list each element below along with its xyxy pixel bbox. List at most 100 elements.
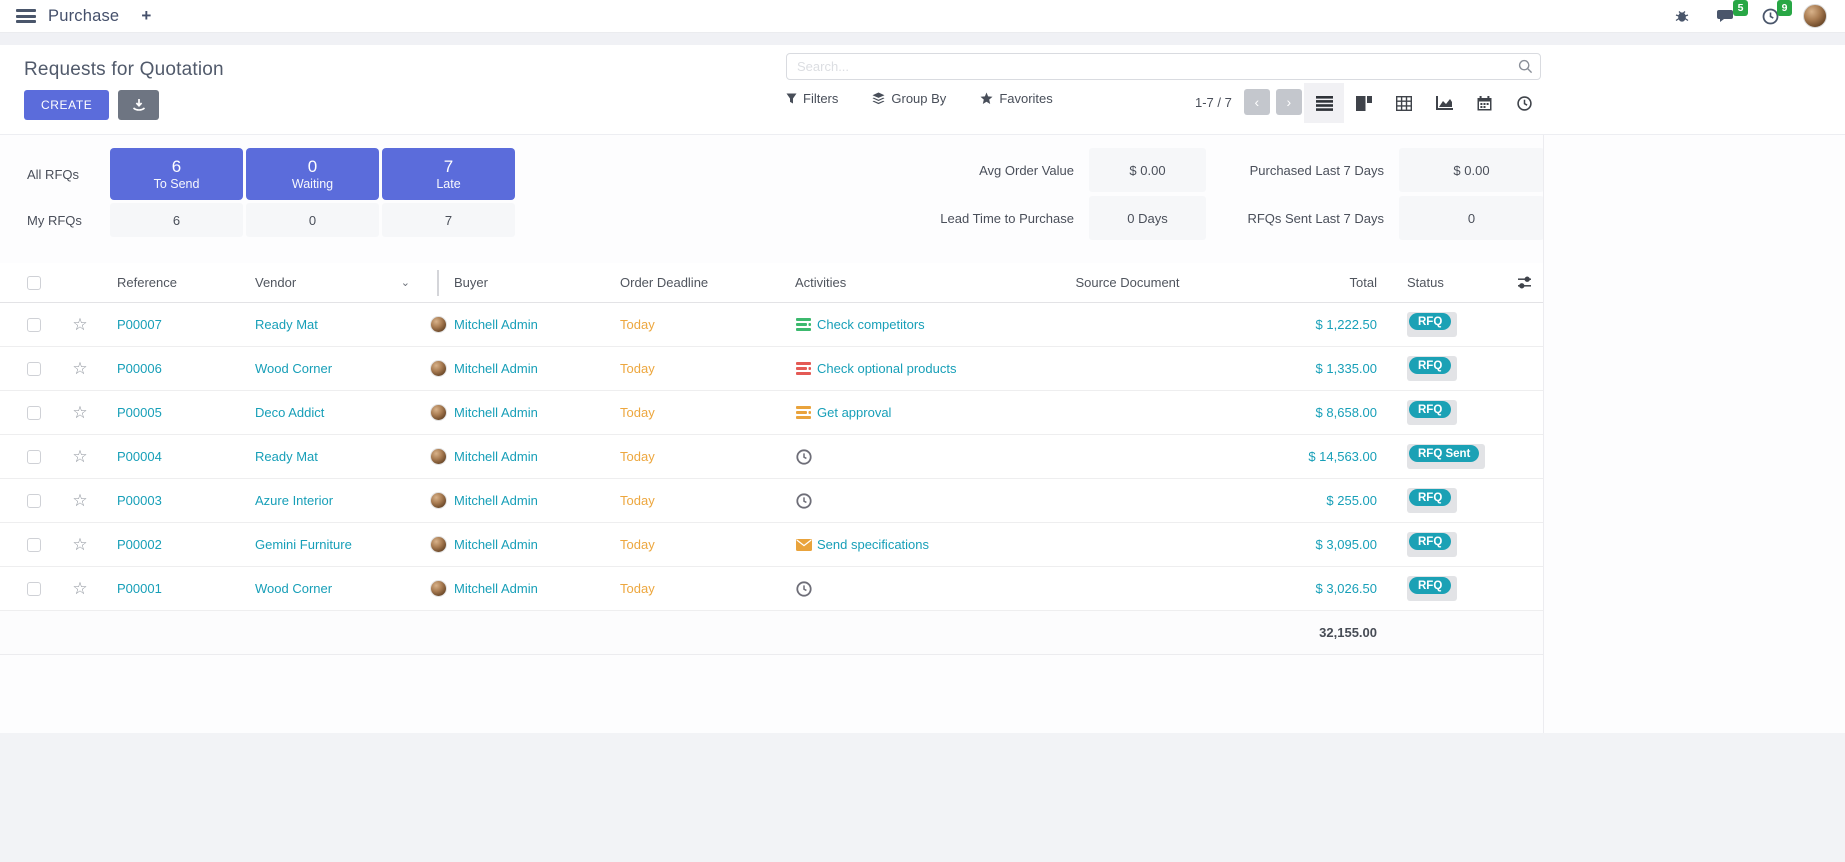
buyer-cell[interactable]: Mitchell Admin: [420, 492, 610, 509]
row-checkbox[interactable]: [27, 318, 41, 332]
reference-link[interactable]: P00006: [100, 361, 240, 376]
header-activities[interactable]: Activities: [785, 275, 1015, 290]
search-input[interactable]: [786, 53, 1541, 80]
activity-label[interactable]: Check competitors: [817, 317, 925, 332]
export-button[interactable]: [118, 90, 159, 120]
column-resize-handle[interactable]: [437, 270, 439, 296]
activity-label[interactable]: Check optional products: [817, 361, 956, 376]
table-row[interactable]: ☆ P00002 Gemini Furniture Mitchell Admin…: [0, 523, 1543, 567]
buyer-link[interactable]: Mitchell Admin: [454, 317, 538, 332]
favorite-star-icon[interactable]: ☆: [60, 403, 100, 423]
row-checkbox[interactable]: [27, 538, 41, 552]
vendor-link[interactable]: Azure Interior: [255, 493, 333, 508]
header-vendor[interactable]: Vendor ⌄: [240, 275, 420, 290]
activity-view-button[interactable]: [1504, 83, 1544, 123]
app-title[interactable]: Purchase: [48, 7, 119, 26]
favorite-star-icon[interactable]: ☆: [60, 535, 100, 555]
buyer-link[interactable]: Mitchell Admin: [454, 405, 538, 420]
buyer-cell[interactable]: Mitchell Admin: [420, 536, 610, 553]
table-row[interactable]: ☆ P00003 Azure Interior Mitchell Admin T…: [0, 479, 1543, 523]
debug-bug-icon[interactable]: [1671, 5, 1693, 27]
apps-menu-icon[interactable]: [16, 9, 36, 23]
reference-link[interactable]: P00005: [100, 405, 240, 420]
activity-cell[interactable]: [785, 580, 1015, 597]
my-late-cell[interactable]: 7: [382, 203, 515, 237]
activities-clock-icon[interactable]: 9: [1759, 5, 1781, 27]
reference-link[interactable]: P00003: [100, 493, 240, 508]
table-row[interactable]: ☆ P00004 Ready Mat Mitchell Admin Today …: [0, 435, 1543, 479]
reference-link[interactable]: P00004: [100, 449, 240, 464]
my-waiting-cell[interactable]: 0: [246, 203, 379, 237]
buyer-link[interactable]: Mitchell Admin: [454, 493, 538, 508]
filters-button[interactable]: Filters: [786, 91, 838, 106]
buyer-cell[interactable]: Mitchell Admin: [420, 580, 610, 597]
activity-cell[interactable]: Check optional products: [785, 360, 1015, 377]
activity-label[interactable]: Get approval: [817, 405, 891, 420]
buyer-cell[interactable]: Mitchell Admin: [420, 404, 610, 421]
reference-link[interactable]: P00002: [100, 537, 240, 552]
buyer-link[interactable]: Mitchell Admin: [454, 361, 538, 376]
pivot-view-button[interactable]: [1384, 83, 1424, 123]
header-total[interactable]: Total: [1240, 275, 1387, 290]
late-card[interactable]: 7 Late: [382, 148, 515, 200]
waiting-card[interactable]: 0 Waiting: [246, 148, 379, 200]
activity-cell[interactable]: [785, 448, 1015, 465]
header-source-document[interactable]: Source Document: [1015, 275, 1240, 290]
pager-previous-button[interactable]: ‹: [1244, 89, 1270, 115]
header-order-deadline[interactable]: Order Deadline: [610, 275, 785, 290]
activity-cell[interactable]: Get approval: [785, 404, 1015, 421]
kanban-view-button[interactable]: [1344, 83, 1384, 123]
vendor-link[interactable]: Deco Addict: [255, 405, 324, 420]
reference-link[interactable]: P00007: [100, 317, 240, 332]
header-status[interactable]: Status: [1387, 275, 1505, 290]
vendor-link[interactable]: Wood Corner: [255, 361, 332, 376]
table-row[interactable]: ☆ P00001 Wood Corner Mitchell Admin Toda…: [0, 567, 1543, 611]
calendar-view-button[interactable]: [1464, 83, 1504, 123]
vendor-link[interactable]: Wood Corner: [255, 581, 332, 596]
row-checkbox[interactable]: [27, 406, 41, 420]
select-all-checkbox[interactable]: [27, 276, 41, 290]
reference-link[interactable]: P00001: [100, 581, 240, 596]
favorites-button[interactable]: Favorites: [980, 91, 1052, 106]
optional-columns-icon[interactable]: [1505, 276, 1543, 289]
row-checkbox[interactable]: [27, 450, 41, 464]
search-icon[interactable]: [1518, 59, 1533, 74]
activity-cell[interactable]: Check competitors: [785, 316, 1015, 333]
messages-icon[interactable]: 5: [1715, 5, 1737, 27]
row-checkbox[interactable]: [27, 582, 41, 596]
buyer-link[interactable]: Mitchell Admin: [454, 537, 538, 552]
buyer-cell[interactable]: Mitchell Admin: [420, 448, 610, 465]
header-reference[interactable]: Reference: [100, 275, 240, 290]
favorite-star-icon[interactable]: ☆: [60, 447, 100, 467]
activity-label[interactable]: Send specifications: [817, 537, 929, 552]
list-view-button[interactable]: [1304, 83, 1344, 123]
download-icon: [132, 98, 146, 112]
buyer-cell[interactable]: Mitchell Admin: [420, 360, 610, 377]
favorite-star-icon[interactable]: ☆: [60, 491, 100, 511]
vendor-link[interactable]: Gemini Furniture: [255, 537, 352, 552]
group-by-button[interactable]: Group By: [872, 91, 946, 106]
table-row[interactable]: ☆ P00007 Ready Mat Mitchell Admin Today …: [0, 303, 1543, 347]
user-avatar[interactable]: [1803, 4, 1827, 28]
pager-next-button[interactable]: ›: [1276, 89, 1302, 115]
favorite-star-icon[interactable]: ☆: [60, 359, 100, 379]
favorite-star-icon[interactable]: ☆: [60, 315, 100, 335]
row-checkbox[interactable]: [27, 362, 41, 376]
vendor-link[interactable]: Ready Mat: [255, 317, 318, 332]
table-row[interactable]: ☆ P00005 Deco Addict Mitchell Admin Toda…: [0, 391, 1543, 435]
graph-view-button[interactable]: [1424, 83, 1464, 123]
create-button[interactable]: CREATE: [24, 90, 109, 120]
vendor-link[interactable]: Ready Mat: [255, 449, 318, 464]
header-buyer[interactable]: Buyer: [420, 270, 610, 296]
to-send-card[interactable]: 6 To Send: [110, 148, 243, 200]
buyer-link[interactable]: Mitchell Admin: [454, 449, 538, 464]
activity-cell[interactable]: [785, 492, 1015, 509]
new-tab-plus-button[interactable]: +: [141, 6, 151, 26]
my-to-send-cell[interactable]: 6: [110, 203, 243, 237]
buyer-link[interactable]: Mitchell Admin: [454, 581, 538, 596]
table-row[interactable]: ☆ P00006 Wood Corner Mitchell Admin Toda…: [0, 347, 1543, 391]
row-checkbox[interactable]: [27, 494, 41, 508]
activity-cell[interactable]: Send specifications: [785, 536, 1015, 553]
buyer-cell[interactable]: Mitchell Admin: [420, 316, 610, 333]
favorite-star-icon[interactable]: ☆: [60, 579, 100, 599]
